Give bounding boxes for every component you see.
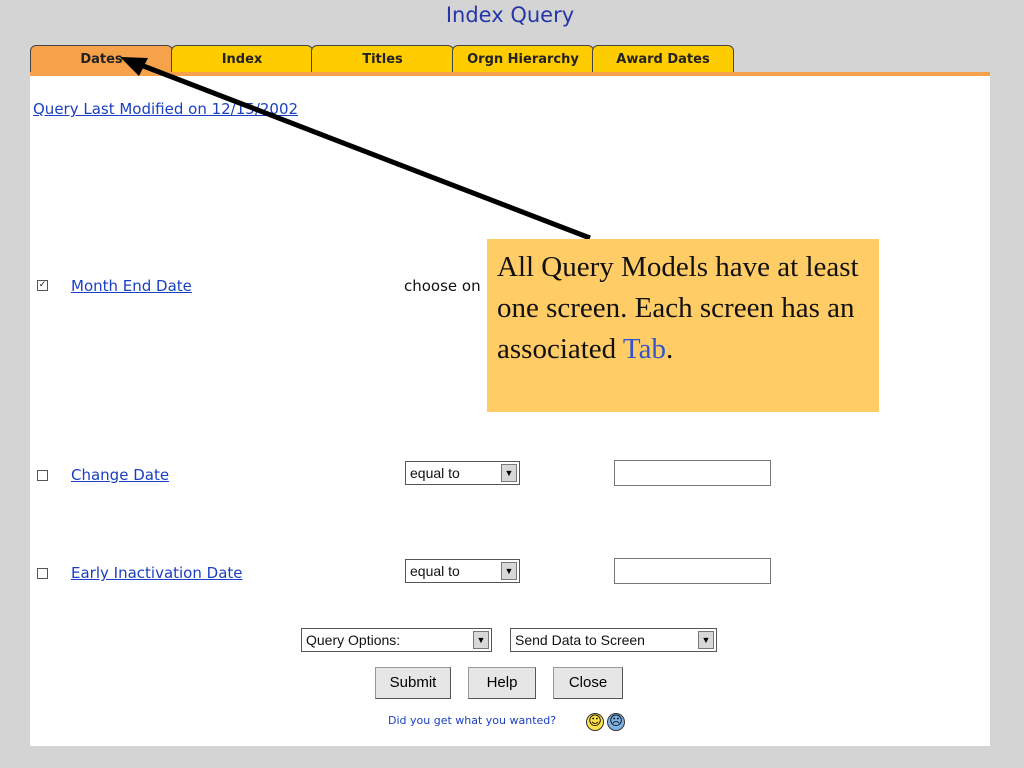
callout-text: All Query Models have at least one scree… [497,251,859,365]
arrow-line [132,59,591,241]
annotation-callout: All Query Models have at least one scree… [487,239,879,412]
callout-highlight: Tab [622,333,666,365]
callout-period: . [665,333,674,365]
